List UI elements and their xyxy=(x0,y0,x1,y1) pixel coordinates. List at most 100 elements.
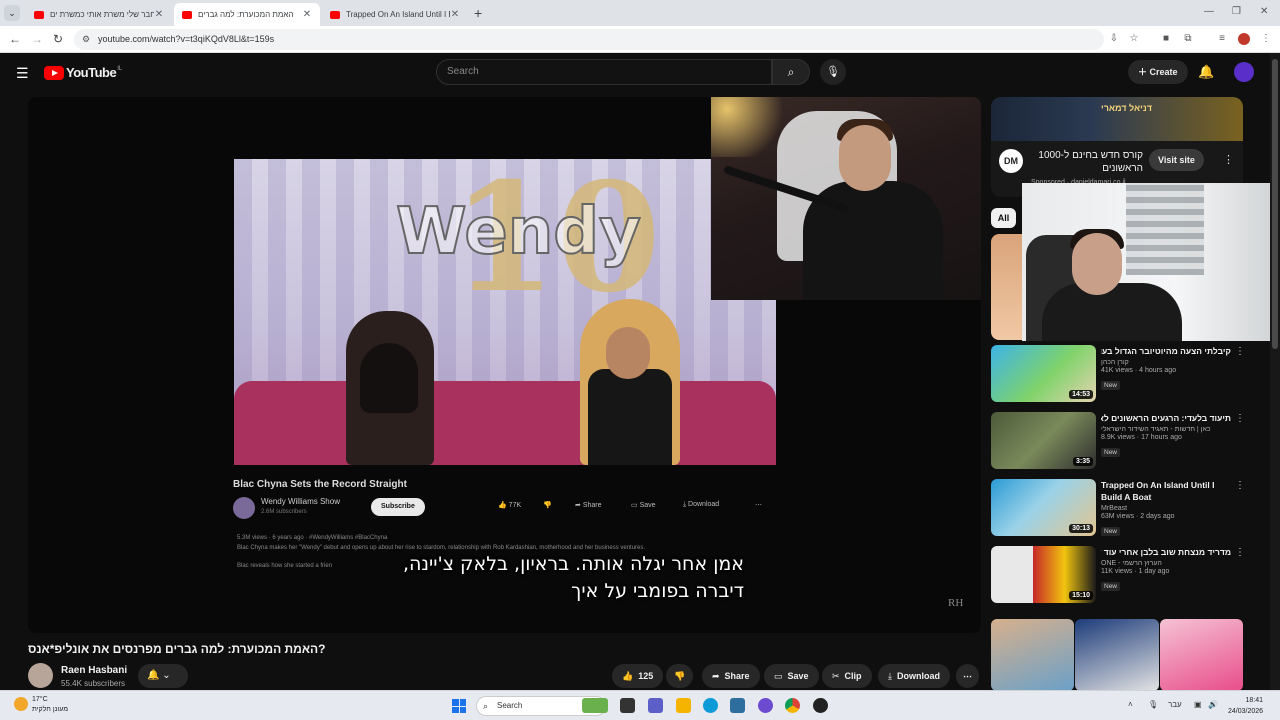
media-controls-icon[interactable]: ≡ xyxy=(1216,33,1228,45)
save-button[interactable]: ▭ Save xyxy=(764,664,819,688)
video-thumbnail[interactable]: 15:10 xyxy=(991,546,1096,603)
extensions-puzzle-icon[interactable]: ⧉ xyxy=(1182,33,1194,45)
tab-search-button[interactable]: ⌄ xyxy=(4,5,20,21)
browser-menu-icon[interactable]: ⋮ xyxy=(1260,33,1272,45)
recommendation-channel[interactable]: כאן | חדשות - תאגיד השידור הישראלי xyxy=(1101,426,1231,433)
close-tab-icon[interactable]: ✕ xyxy=(302,9,312,20)
reload-icon[interactable]: ↻ xyxy=(53,32,63,46)
maximize-icon[interactable]: ❐ xyxy=(1232,6,1241,17)
notifications-bell-icon[interactable]: 🔔 xyxy=(1198,64,1214,80)
channel-avatar[interactable] xyxy=(28,663,53,688)
search-input[interactable]: Search xyxy=(436,59,772,85)
network-icon[interactable]: ▣ xyxy=(1194,700,1202,709)
minimize-icon[interactable]: — xyxy=(1204,6,1214,17)
more-icon[interactable]: ⋮ xyxy=(1235,346,1245,357)
new-tab-button[interactable]: + xyxy=(474,5,482,21)
video-player[interactable]: 10 Wendy Blac Chyna Sets the Record Stra… xyxy=(28,97,981,633)
language-indicator[interactable]: עבר xyxy=(1168,700,1182,709)
task-view-icon[interactable] xyxy=(620,698,635,713)
messenger-icon[interactable] xyxy=(758,698,773,713)
bookmark-star-icon[interactable]: ☆ xyxy=(1128,33,1140,45)
viewer-body xyxy=(1042,283,1182,341)
volume-icon[interactable]: 🔊 xyxy=(1208,700,1218,709)
voice-search-button[interactable]: 🎙 xyxy=(820,59,846,85)
sponsored-ad-card[interactable]: דניאל דמארי DM קורס חדש בחינם ל-1000 הרא… xyxy=(991,97,1243,197)
widget-app-icon[interactable] xyxy=(582,698,608,713)
menu-icon[interactable]: ☰ xyxy=(16,65,29,82)
more-icon[interactable]: ⋮ xyxy=(1235,413,1245,424)
ad-title[interactable]: קורס חדש בחינם ל-1000 הראשונים xyxy=(1031,149,1143,175)
video-thumbnail[interactable]: 14:53 xyxy=(991,345,1096,402)
share-button[interactable]: ➦ Share xyxy=(702,664,760,688)
store-icon[interactable] xyxy=(730,698,745,713)
install-app-icon[interactable]: ⇩ xyxy=(1108,33,1120,45)
short-thumbnail[interactable] xyxy=(991,619,1074,691)
ad-more-icon[interactable]: ⋮ xyxy=(1223,153,1234,166)
download-button[interactable]: ⤓ Download xyxy=(878,664,950,688)
back-icon[interactable]: ← xyxy=(9,32,21,46)
more-icon[interactable]: ⋮ xyxy=(1235,480,1245,491)
save-label: Save xyxy=(787,671,809,681)
recommendation-channel[interactable]: ONE - הערוץ הרשמי xyxy=(1101,560,1231,567)
close-tab-icon[interactable]: ✕ xyxy=(154,9,164,20)
browser-tab-1[interactable]: חבר שלי משרת אותי כמשרת ים ✕ xyxy=(26,3,172,26)
app-icon[interactable] xyxy=(813,698,828,713)
short-thumbnail[interactable] xyxy=(1075,619,1159,691)
recommendation-meta: 8.9K views · 17 hours ago xyxy=(1101,434,1182,441)
windows-start-icon[interactable] xyxy=(452,699,466,713)
more-icon[interactable]: ⋮ xyxy=(1235,547,1245,558)
page-scrollbar[interactable] xyxy=(1270,53,1280,690)
recommendation-thumbnail-partial[interactable] xyxy=(991,234,1023,340)
video-thumbnail[interactable]: 3:35 xyxy=(991,412,1096,469)
visit-site-button[interactable]: Visit site xyxy=(1149,149,1204,171)
chip-all[interactable]: All xyxy=(991,208,1016,228)
browser-tab-2[interactable]: האמת המכוערת: למה גברים ✕ xyxy=(174,3,320,26)
recommendation-title[interactable]: Trapped On An Island Until I Build A Boa… xyxy=(1101,479,1231,503)
site-info-icon[interactable]: ⚙ xyxy=(82,29,90,50)
forward-icon[interactable]: → xyxy=(31,32,43,46)
account-avatar[interactable] xyxy=(1234,62,1254,82)
dislike-button[interactable]: 👎 xyxy=(666,664,694,688)
like-button[interactable]: 👍 125 xyxy=(612,664,664,688)
chrome-icon[interactable] xyxy=(785,698,800,713)
recommendation-item[interactable]: 3:35 תיעוד בלעדי: הרגעים הראשונים לאחר ה… xyxy=(991,412,1251,472)
youtube-logo-text: YouTube xyxy=(66,65,117,80)
recommendation-item[interactable]: 14:53 קיבלתי הצעה מהיוטיובר הגדול בעולם!… xyxy=(991,345,1251,405)
recommendation-title[interactable]: מדריד מנצחת שוב בלבן אחרי עוד דרבי מטורף… xyxy=(1101,546,1231,558)
weather-temp: 17°C xyxy=(32,696,48,703)
create-button[interactable]: ＋ Create xyxy=(1128,60,1188,84)
tray-overflow-icon[interactable]: ˄ xyxy=(1128,700,1133,709)
scrollbar-thumb[interactable] xyxy=(1272,59,1278,349)
youtube-play-icon xyxy=(44,65,64,80)
recommendation-channel[interactable]: קורן הכהן xyxy=(1101,359,1231,366)
tray-mic-icon[interactable]: 🎙 xyxy=(1148,700,1158,709)
streamer-webcam xyxy=(711,97,981,300)
url-field[interactable]: ⚙ youtube.com/watch?v=t3qiKQdV8Ll&t=159s xyxy=(74,29,1104,50)
edge-icon[interactable] xyxy=(703,698,718,713)
profile-avatar-icon[interactable] xyxy=(1238,33,1250,45)
file-explorer-icon[interactable] xyxy=(676,698,691,713)
couch xyxy=(234,381,776,465)
search-button[interactable]: ⌕ xyxy=(772,59,810,85)
youtube-logo[interactable]: YouTube IL xyxy=(44,65,122,80)
subscribed-notification-button[interactable]: 🔔 ⌄ xyxy=(138,664,188,688)
extension-icon[interactable]: ■ xyxy=(1160,33,1172,45)
close-tab-icon[interactable]: ✕ xyxy=(450,9,460,20)
browser-tab-3[interactable]: Trapped On An Island Until I Bu ✕ xyxy=(322,3,468,26)
video-thumbnail[interactable]: 30:13 xyxy=(991,479,1096,536)
recommendation-item[interactable]: 30:13 Trapped On An Island Until I Build… xyxy=(991,479,1251,539)
recommendation-title[interactable]: קיבלתי הצעה מהיוטיובר הגדול בעולם! (ספוי… xyxy=(1101,345,1231,357)
taskbar-search-label: Search xyxy=(497,701,523,710)
recommendation-title[interactable]: תיעוד בלעדי: הרגעים הראשונים לאחר הדריסה… xyxy=(1101,412,1231,424)
recommendation-channel[interactable]: MrBeast xyxy=(1101,505,1231,512)
teams-icon[interactable] xyxy=(648,698,663,713)
recommendation-item[interactable]: 15:10 מדריד מנצחת שוב בלבן אחרי עוד דרבי… xyxy=(991,546,1251,606)
search-icon: ⌕ xyxy=(787,65,795,79)
clip-button[interactable]: ✂ Clip xyxy=(822,664,872,688)
channel-name[interactable]: Raen Hasbani xyxy=(61,665,127,676)
download-label: Download xyxy=(896,671,940,681)
close-window-icon[interactable]: ✕ xyxy=(1260,6,1268,17)
more-actions-button[interactable]: ⋯ xyxy=(956,664,979,688)
system-clock[interactable]: 18:41 24/03/2026 xyxy=(1228,695,1263,717)
short-thumbnail[interactable] xyxy=(1160,619,1243,691)
